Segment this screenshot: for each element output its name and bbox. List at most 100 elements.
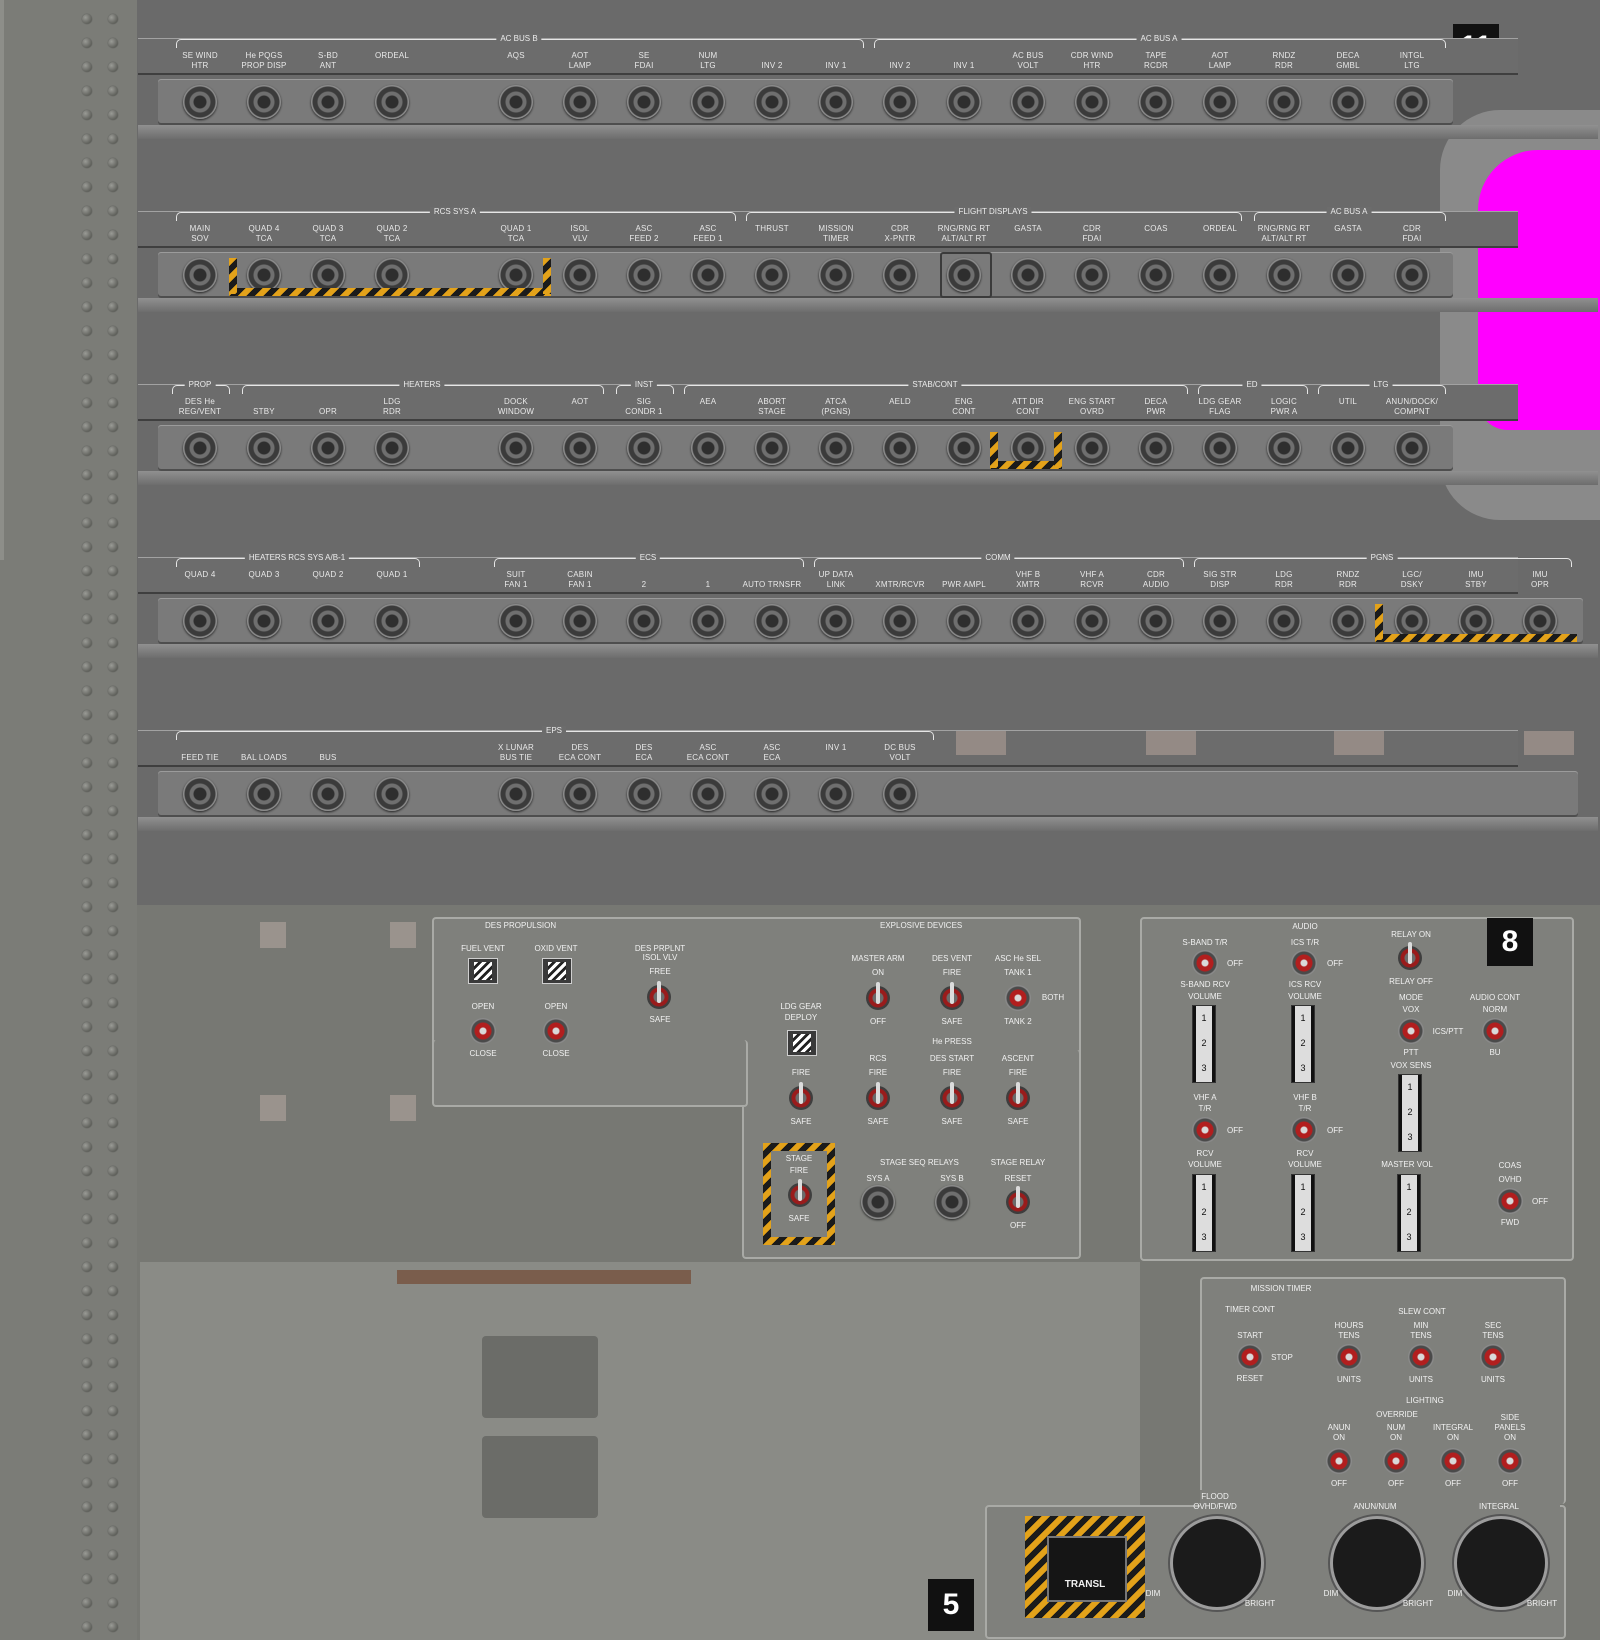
circuit-breaker[interactable] <box>247 431 281 465</box>
circuit-breaker[interactable] <box>1395 604 1429 638</box>
audio-cont-switch[interactable] <box>1482 1018 1508 1044</box>
circuit-breaker[interactable] <box>499 777 533 811</box>
circuit-breaker[interactable] <box>499 85 533 119</box>
circuit-breaker[interactable] <box>691 85 725 119</box>
circuit-breaker[interactable] <box>627 85 661 119</box>
circuit-breaker[interactable] <box>1267 258 1301 292</box>
circuit-breaker[interactable] <box>1523 604 1557 638</box>
circuit-breaker[interactable] <box>627 258 661 292</box>
circuit-breaker[interactable] <box>563 777 597 811</box>
circuit-breaker[interactable] <box>1459 604 1493 638</box>
fuel-vent-switch[interactable] <box>470 1018 496 1044</box>
oxid-vent-switch[interactable] <box>543 1018 569 1044</box>
circuit-breaker[interactable] <box>883 85 917 119</box>
sband-volume-thumbwheel[interactable]: 123 <box>1192 1005 1216 1083</box>
circuit-breaker[interactable] <box>627 604 661 638</box>
circuit-breaker[interactable] <box>883 431 917 465</box>
circuit-breaker[interactable] <box>691 604 725 638</box>
circuit-breaker[interactable] <box>819 85 853 119</box>
stage-switch[interactable] <box>788 1179 812 1207</box>
circuit-breaker[interactable] <box>755 431 789 465</box>
circuit-breaker[interactable] <box>311 85 345 119</box>
circuit-breaker[interactable] <box>691 431 725 465</box>
circuit-breaker[interactable] <box>819 604 853 638</box>
ldg-gear-switch[interactable] <box>789 1082 813 1110</box>
circuit-breaker[interactable] <box>755 85 789 119</box>
slew-min-switch[interactable] <box>1408 1344 1434 1370</box>
circuit-breaker[interactable] <box>1075 431 1109 465</box>
circuit-breaker[interactable] <box>691 777 725 811</box>
circuit-breaker[interactable] <box>1395 431 1429 465</box>
circuit-breaker[interactable] <box>883 258 917 292</box>
circuit-breaker[interactable] <box>1395 85 1429 119</box>
circuit-breaker[interactable] <box>627 777 661 811</box>
circuit-breaker[interactable] <box>1139 431 1173 465</box>
circuit-breaker[interactable] <box>183 604 217 638</box>
circuit-breaker[interactable] <box>183 85 217 119</box>
circuit-breaker[interactable] <box>1139 604 1173 638</box>
circuit-breaker[interactable] <box>247 604 281 638</box>
circuit-breaker[interactable] <box>1075 85 1109 119</box>
slew-sec-switch[interactable] <box>1480 1344 1506 1370</box>
circuit-breaker[interactable] <box>819 258 853 292</box>
circuit-breaker[interactable] <box>375 431 409 465</box>
vhf-a-volume-thumbwheel[interactable]: 123 <box>1192 1174 1216 1252</box>
vox-sens-thumbwheel[interactable]: 123 <box>1398 1074 1422 1152</box>
circuit-breaker[interactable] <box>1075 258 1109 292</box>
circuit-breaker[interactable] <box>1011 258 1045 292</box>
anun-override-switch[interactable] <box>1326 1448 1352 1474</box>
circuit-breaker[interactable] <box>1267 431 1301 465</box>
des-prplnt-isol-switch[interactable] <box>647 981 671 1009</box>
circuit-breaker[interactable] <box>247 258 281 292</box>
circuit-breaker[interactable] <box>375 258 409 292</box>
circuit-breaker[interactable] <box>947 604 981 638</box>
ascent-he-switch[interactable] <box>1006 1082 1030 1110</box>
circuit-breaker[interactable] <box>627 431 661 465</box>
side-panels-override-switch[interactable] <box>1497 1448 1523 1474</box>
circuit-breaker[interactable] <box>183 258 217 292</box>
circuit-breaker[interactable] <box>563 258 597 292</box>
circuit-breaker[interactable] <box>311 431 345 465</box>
circuit-breaker[interactable] <box>375 85 409 119</box>
vhf-b-volume-thumbwheel[interactable]: 123 <box>1291 1174 1315 1252</box>
circuit-breaker[interactable] <box>1395 258 1429 292</box>
circuit-breaker[interactable] <box>1011 604 1045 638</box>
circuit-breaker[interactable] <box>311 777 345 811</box>
circuit-breaker[interactable] <box>563 85 597 119</box>
circuit-breaker[interactable] <box>1203 604 1237 638</box>
circuit-breaker[interactable] <box>1139 85 1173 119</box>
stage-seq-sys-a-breaker[interactable] <box>861 1185 895 1219</box>
circuit-breaker[interactable] <box>563 604 597 638</box>
circuit-breaker[interactable] <box>755 258 789 292</box>
circuit-breaker[interactable] <box>1331 258 1365 292</box>
circuit-breaker[interactable] <box>1203 258 1237 292</box>
circuit-breaker[interactable] <box>499 431 533 465</box>
circuit-breaker[interactable] <box>819 777 853 811</box>
circuit-breaker[interactable] <box>1203 85 1237 119</box>
stage-seq-sys-b-breaker[interactable] <box>935 1185 969 1219</box>
circuit-breaker[interactable] <box>183 777 217 811</box>
circuit-breaker[interactable] <box>247 85 281 119</box>
relay-switch[interactable] <box>1398 942 1422 970</box>
circuit-breaker[interactable] <box>883 604 917 638</box>
master-volume-thumbwheel[interactable]: 123 <box>1397 1174 1421 1252</box>
circuit-breaker[interactable] <box>311 258 345 292</box>
circuit-breaker[interactable] <box>247 777 281 811</box>
flood-dimmer-knob[interactable] <box>1170 1516 1264 1610</box>
circuit-breaker[interactable] <box>1075 604 1109 638</box>
circuit-breaker[interactable] <box>1331 604 1365 638</box>
circuit-breaker[interactable] <box>499 604 533 638</box>
integral-override-switch[interactable] <box>1440 1448 1466 1474</box>
circuit-breaker[interactable] <box>1331 85 1365 119</box>
circuit-breaker[interactable] <box>1267 85 1301 119</box>
circuit-breaker[interactable] <box>691 258 725 292</box>
circuit-breaker[interactable] <box>755 777 789 811</box>
ics-volume-thumbwheel[interactable]: 123 <box>1291 1005 1315 1083</box>
num-override-switch[interactable] <box>1383 1448 1409 1474</box>
circuit-breaker[interactable] <box>819 431 853 465</box>
rcs-he-switch[interactable] <box>866 1082 890 1110</box>
circuit-breaker[interactable] <box>499 258 533 292</box>
circuit-breaker[interactable] <box>1203 431 1237 465</box>
stage-relay-switch[interactable] <box>1006 1186 1030 1214</box>
circuit-breaker[interactable] <box>1331 431 1365 465</box>
